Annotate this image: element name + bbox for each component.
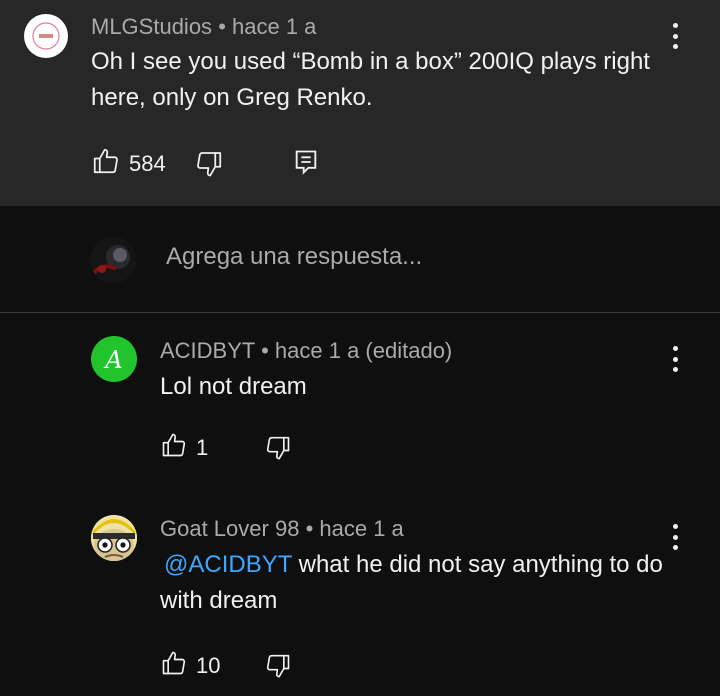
thumb-up-icon[interactable]	[160, 431, 188, 464]
reply-1-time: hace 1 a (editado)	[274, 338, 453, 363]
thumb-up-icon[interactable]	[160, 649, 188, 682]
reply-input[interactable]: Agrega una respuesta...	[166, 243, 422, 271]
reply-1-text: Lol not dream	[160, 373, 307, 400]
thumb-down-icon[interactable]	[264, 433, 292, 466]
reply-2-like-count: 10	[196, 652, 221, 678]
reply-2-time: hace 1 a	[319, 516, 404, 541]
thumb-down-icon[interactable]	[264, 651, 292, 684]
divider	[0, 312, 720, 313]
reply-icon[interactable]	[293, 148, 319, 181]
parent-author-avatar[interactable]	[24, 14, 68, 58]
parent-comment-time: hace 1 a	[232, 14, 317, 39]
reply-2-meta: Goat Lover 98 • hace 1 a	[160, 516, 404, 542]
reply-1-actions: 1	[160, 431, 208, 464]
thumb-down-icon[interactable]	[194, 148, 224, 183]
reply-1-more-options-icon[interactable]	[669, 346, 681, 372]
reply-1-meta: ACIDBYT • hace 1 a (editado)	[160, 338, 452, 364]
avatar-letter: A	[103, 346, 122, 374]
reply-1-author-name[interactable]: ACIDBYT	[160, 338, 255, 363]
reply-1-avatar[interactable]: A	[91, 336, 137, 382]
parent-more-options-icon[interactable]	[669, 23, 681, 49]
reply-2-text: @ACIDBYT what he did not say anything to…	[160, 547, 680, 619]
reply-2-author-name[interactable]: Goat Lover 98	[160, 516, 299, 541]
reply-2-more-options-icon[interactable]	[669, 524, 681, 550]
meta-separator: •	[218, 14, 226, 39]
meta-separator: •	[305, 516, 314, 541]
parent-like-count: 584	[129, 150, 166, 176]
reply-1-like-count: 1	[196, 434, 209, 460]
parent-author-name[interactable]: MLGStudios	[91, 14, 212, 39]
meta-separator: •	[261, 338, 269, 363]
parent-comment-actions: 584	[91, 146, 166, 181]
current-user-avatar	[90, 237, 136, 283]
thumb-up-icon[interactable]	[91, 146, 121, 181]
mention-link[interactable]: @ACIDBYT	[164, 551, 292, 578]
reply-2-actions: 10	[160, 649, 220, 682]
parent-comment-text: Oh I see you used “Bomb in a box” 200IQ …	[91, 48, 650, 111]
reply-2-avatar[interactable]	[91, 515, 137, 561]
parent-comment: MLGStudios • hace 1 a Oh I see you used …	[0, 0, 720, 206]
parent-comment-meta: MLGStudios • hace 1 a	[91, 14, 316, 40]
